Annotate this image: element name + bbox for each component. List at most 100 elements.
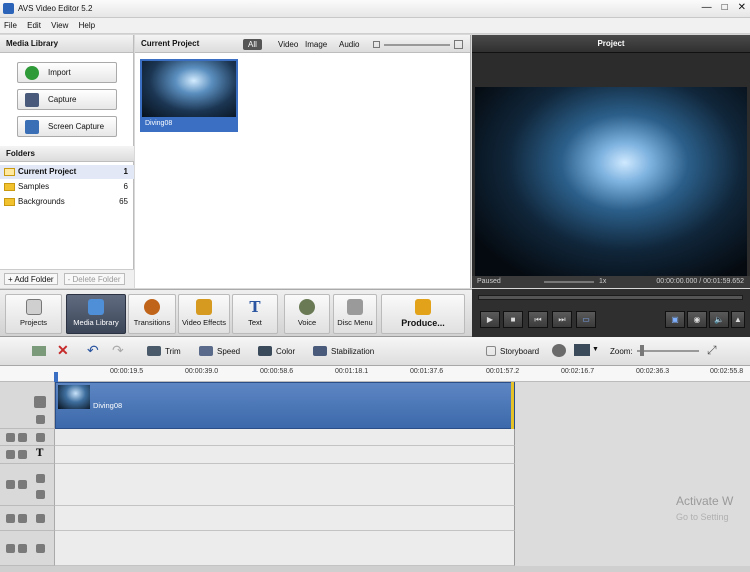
lock-icon[interactable] — [18, 433, 27, 442]
projects-button[interactable]: Projects — [5, 294, 62, 334]
next-frame-icon[interactable]: ⏭ — [552, 311, 572, 328]
menu-edit[interactable]: Edit — [23, 18, 45, 30]
video-effects-button[interactable]: Video Effects — [178, 294, 230, 334]
zoom-slider-handle[interactable] — [640, 345, 644, 356]
redo-icon[interactable]: ↷ — [112, 342, 124, 359]
filter-video[interactable]: Video — [273, 39, 303, 50]
delete-folder-button[interactable]: - Delete Folder — [63, 273, 125, 285]
projects-icon — [25, 299, 42, 315]
eye-icon[interactable] — [6, 450, 15, 459]
screen-capture-button[interactable]: Screen Capture — [17, 116, 117, 137]
thumb-size-slider[interactable] — [384, 44, 450, 46]
speed-slider[interactable] — [544, 281, 594, 283]
timeline-ruler[interactable]: 00:00:19.5 00:00:39.0 00:00:58.6 00:01:1… — [0, 366, 750, 382]
lock-icon[interactable] — [18, 514, 27, 523]
snapshot-icon[interactable]: ◉ — [687, 311, 707, 328]
playback-status: Paused — [477, 278, 501, 285]
folder-icon — [4, 183, 15, 191]
speed-button[interactable]: Speed — [199, 346, 240, 356]
clip-label: Diving08 — [93, 401, 123, 410]
audio-settings-icon[interactable] — [552, 344, 566, 357]
video-track-icon — [34, 396, 46, 408]
storyboard-button[interactable]: Storyboard — [486, 346, 539, 356]
trim-button[interactable]: Trim — [147, 346, 181, 356]
disc-menu-button[interactable]: Disc Menu — [333, 294, 377, 334]
volume-icon[interactable]: 🔈 — [709, 311, 729, 328]
activate-watermark: Activate W — [676, 494, 734, 508]
menu-file[interactable]: File — [0, 18, 21, 30]
filter-all[interactable]: All — [243, 39, 262, 50]
maximize-icon[interactable]: □ — [722, 2, 728, 13]
text-track[interactable] — [55, 446, 515, 464]
lock-icon[interactable] — [18, 450, 27, 459]
video-effects-icon — [196, 299, 212, 315]
color-button[interactable]: Color — [258, 346, 295, 356]
zoom-fit-icon[interactable]: ⤢ — [707, 343, 717, 358]
close-icon[interactable]: ✕ — [738, 2, 746, 13]
timeline-empty-area — [515, 382, 750, 566]
add-folder-button[interactable]: + Add Folder — [4, 273, 58, 285]
folder-samples[interactable]: Samples 6 — [0, 180, 134, 194]
stabilization-button[interactable]: Stabilization — [313, 346, 374, 356]
delete-icon[interactable]: ✕ — [57, 342, 69, 359]
filter-audio[interactable]: Audio — [334, 39, 364, 50]
menu-help[interactable]: Help — [75, 18, 99, 30]
clip-end-marker[interactable] — [511, 382, 514, 429]
menu-bar: File Edit View Help — [0, 18, 750, 34]
previous-frame-icon[interactable]: ⏮ — [528, 311, 548, 328]
voice-track[interactable] — [55, 531, 515, 566]
timeline-toolbar: ✕ ↶ ↷ Trim Speed Color Stabilization Sto… — [0, 337, 750, 366]
preview-video-frame[interactable] — [475, 87, 747, 276]
seek-bar[interactable] — [478, 295, 743, 300]
text-track-icon: T — [36, 448, 44, 459]
video-clip-diving08[interactable]: Diving08 — [55, 382, 515, 429]
preview-panel: Project Paused 1x 00:00:00.000 / 00:01:5… — [472, 35, 750, 288]
zoom-label: Zoom: — [610, 347, 633, 356]
play-icon[interactable]: ▶ — [480, 311, 500, 328]
fullscreen-icon[interactable]: ▭ — [576, 311, 596, 328]
clip-thumbnail — [58, 385, 90, 409]
folder-actions: + Add Folder - Delete Folder — [0, 269, 134, 288]
split-screen-icon[interactable]: ▣ — [665, 311, 685, 328]
produce-button[interactable]: Produce... — [381, 294, 465, 334]
media-library-button[interactable]: Media Library — [66, 294, 126, 334]
large-thumbs-icon[interactable] — [454, 40, 463, 49]
eye-icon[interactable] — [6, 514, 15, 523]
timeline-tracks: Diving08 T — [0, 382, 750, 566]
overlay-icon — [36, 474, 45, 483]
capture-button[interactable]: Capture — [17, 89, 117, 110]
plus-icon — [25, 65, 39, 80]
chevron-down-icon[interactable]: ▼ — [592, 346, 599, 353]
audio-track[interactable] — [55, 506, 515, 531]
overlay-track[interactable] — [55, 464, 515, 506]
import-button[interactable]: Import — [17, 62, 117, 83]
zoom-slider[interactable] — [637, 350, 699, 352]
media-library-icon — [88, 299, 104, 315]
small-thumbs-icon[interactable] — [373, 41, 380, 48]
monitor-icon[interactable] — [574, 344, 590, 356]
volume-menu-icon[interactable]: ▲ — [731, 311, 745, 328]
minimize-icon[interactable]: — — [702, 2, 712, 13]
menu-view[interactable]: View — [47, 18, 72, 30]
audio-speaker-icon[interactable] — [36, 490, 45, 499]
effects-track[interactable] — [55, 429, 515, 446]
lock-icon[interactable] — [18, 544, 27, 553]
text-button[interactable]: T Text — [232, 294, 278, 334]
transitions-button[interactable]: Transitions — [128, 294, 176, 334]
playhead[interactable] — [54, 372, 58, 382]
horizontal-scrollbar[interactable] — [0, 566, 750, 572]
edit-icon[interactable] — [32, 346, 46, 356]
filter-image[interactable]: Image — [300, 39, 332, 50]
voice-button[interactable]: Voice — [284, 294, 330, 334]
media-item-diving08[interactable]: Diving08 — [140, 59, 238, 132]
eye-icon[interactable] — [6, 480, 15, 489]
folder-backgrounds[interactable]: Backgrounds 65 — [0, 195, 134, 209]
eye-icon[interactable] — [6, 544, 15, 553]
audio-speaker-icon[interactable] — [36, 415, 45, 424]
eye-icon[interactable] — [6, 433, 15, 442]
stop-icon[interactable]: ■ — [503, 311, 523, 328]
undo-icon[interactable]: ↶ — [87, 342, 99, 359]
folder-current-project[interactable]: Current Project 1 — [0, 165, 134, 179]
overlay-track-header — [0, 464, 55, 506]
lock-icon[interactable] — [18, 480, 27, 489]
